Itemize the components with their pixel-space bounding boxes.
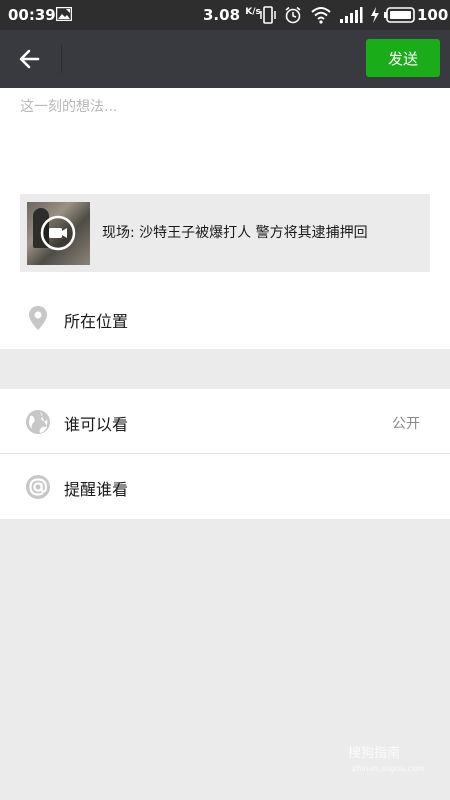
back-button[interactable] [10,40,50,78]
battery-level: 100 [417,6,449,24]
status-bar: 00:39 3.08 K/s 100 [0,0,450,30]
watermark-logo: 搜狗指南 [348,746,401,761]
settings-list: 谁可以看 公开 提醒谁看 [0,389,450,519]
header-divider [61,45,62,73]
network-speed-unit: K/s [245,7,261,17]
shared-video-card[interactable]: 现场: 沙特王子被爆打人 警方将其逮捕押回 [20,194,430,272]
remind-row[interactable]: 提醒谁看 [0,454,450,519]
video-camera-icon [40,215,76,251]
at-sign-icon [26,475,50,499]
screen: 00:39 3.08 K/s 100 发送 这一刻的想法... 现场: 沙特王子… [0,0,450,800]
signal-strength-icon [340,7,363,23]
alarm-clock-icon [285,6,301,24]
remind-label: 提醒谁看 [64,480,129,499]
arrow-left-icon [19,49,40,69]
watermark-url: zhinan.sogou.com [352,764,425,773]
image-notification-icon [56,7,72,21]
location-pin-icon [29,306,47,330]
visibility-value: 公开 [392,416,420,432]
status-time: 00:39 [8,6,56,24]
location-row[interactable]: 所在位置 [0,288,450,349]
battery-icon [384,7,415,23]
vibrate-icon [260,6,276,24]
location-label: 所在位置 [64,312,129,331]
compose-panel: 现场: 沙特王子被爆打人 警方将其逮捕押回 所在位置 [0,88,450,349]
network-speed-value: 3.08 [203,6,241,24]
globe-icon [26,410,50,434]
visibility-label: 谁可以看 [64,415,129,434]
send-button[interactable]: 发送 [366,39,440,77]
video-thumbnail [27,202,90,265]
visibility-row[interactable]: 谁可以看 公开 [0,389,450,454]
action-bar: 发送 [0,30,450,88]
network-speed: 3.08 K/s [203,6,261,24]
wifi-icon [311,7,331,24]
thought-input[interactable] [20,96,430,186]
charging-bolt-icon [371,7,379,23]
shared-video-title: 现场: 沙特王子被爆打人 警方将其逮捕押回 [102,225,368,241]
